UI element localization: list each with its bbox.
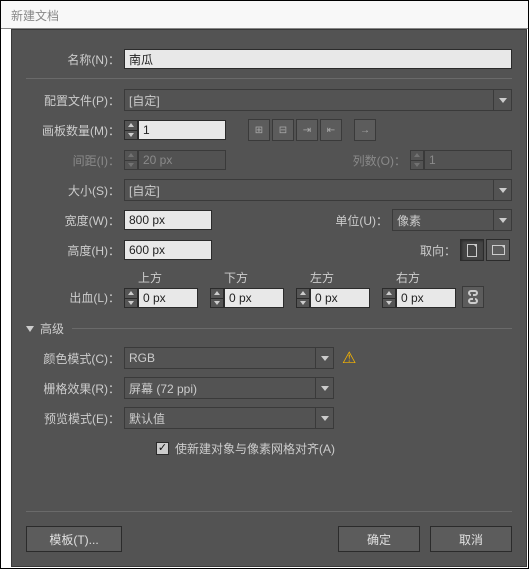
height-input[interactable] [124,240,212,260]
width-label: 宽度(W)： [26,212,124,229]
name-input[interactable] [124,49,512,69]
preview-mode-value: 默认值 [129,410,165,427]
chevron-down-icon [493,210,511,230]
units-select[interactable]: 像素 [392,209,512,231]
row-ltr-icon[interactable]: ⇥ [296,119,318,141]
profile-label: 配置文件(P)： [26,92,124,109]
size-select[interactable]: [自定] [124,179,512,201]
disclosure-down-icon[interactable] [26,326,34,332]
columns-stepper [410,150,424,170]
orientation-landscape-button[interactable] [486,239,510,261]
artboards-label: 画板数量(M)： [26,122,124,139]
columns-label: 列数(O)： [353,152,410,169]
orientation-portrait-button[interactable] [460,239,484,261]
bleed-left-label: 左方 [296,269,334,286]
bleed-top-stepper[interactable] [124,288,138,308]
height-label: 高度(H)： [26,242,124,259]
ok-button[interactable]: 确定 [338,526,420,552]
bleed-right-label: 右方 [382,269,420,286]
name-label: 名称(N)： [26,51,124,68]
align-to-grid-label: 使新建对象与像素网格对齐(A) [175,440,335,457]
bleed-bottom-stepper[interactable] [210,288,224,308]
chevron-down-icon [315,348,333,368]
orientation-label: 取向： [420,242,460,259]
width-input[interactable] [124,210,212,230]
chevron-down-icon [315,378,333,398]
advanced-label: 高级 [40,320,64,337]
grid-by-row-icon[interactable]: ⊞ [248,119,270,141]
chevron-down-icon [493,90,511,110]
cancel-button[interactable]: 取消 [430,526,512,552]
color-mode-value: RGB [129,351,155,365]
artboards-stepper[interactable] [124,120,138,140]
size-label: 大小(S)： [26,182,124,199]
warning-icon: ⚠ [342,348,356,368]
units-label: 单位(U)： [335,212,392,229]
grid-by-col-icon[interactable]: ⊟ [272,119,294,141]
window-titlebar: 新建文档 [1,1,528,29]
window-title: 新建文档 [11,9,59,23]
profile-value: [自定] [129,92,160,109]
bleed-right-stepper[interactable] [382,288,396,308]
artboards-input[interactable] [138,120,226,140]
spacing-label: 间距(I)： [26,152,124,169]
profile-select[interactable]: [自定] [124,89,512,111]
link-bleed-icon[interactable] [462,286,484,308]
bleed-right-input[interactable] [396,288,456,308]
bleed-top-label: 上方 [124,269,162,286]
preview-mode-select[interactable]: 默认值 [124,407,334,429]
size-value: [自定] [129,182,160,199]
raster-effects-select[interactable]: 屏幕 (72 ppi) [124,377,334,399]
template-button[interactable]: 模板(T)... [26,526,122,552]
bleed-label: 出血(L)： [26,289,124,306]
divider [72,328,512,329]
row-rtl-icon[interactable]: ⇤ [320,119,342,141]
color-mode-label: 颜色模式(C)： [26,350,124,367]
columns-input [424,150,512,170]
chevron-down-icon [493,180,511,200]
raster-effects-label: 栅格效果(R)： [26,380,124,397]
color-mode-select[interactable]: RGB [124,347,334,369]
bleed-left-stepper[interactable] [296,288,310,308]
align-to-grid-checkbox[interactable]: ✓ [156,442,169,455]
preview-mode-label: 预览模式(E)： [26,410,124,427]
units-value: 像素 [397,212,421,229]
spacing-stepper [124,150,138,170]
rearrange-icon[interactable]: → [354,119,376,141]
raster-effects-value: 屏幕 (72 ppi) [129,380,197,397]
bleed-left-input[interactable] [310,288,370,308]
spacing-input [138,150,226,170]
chevron-down-icon [315,408,333,428]
bleed-bottom-input[interactable] [224,288,284,308]
bleed-bottom-label: 下方 [210,269,248,286]
bleed-top-input[interactable] [138,288,198,308]
